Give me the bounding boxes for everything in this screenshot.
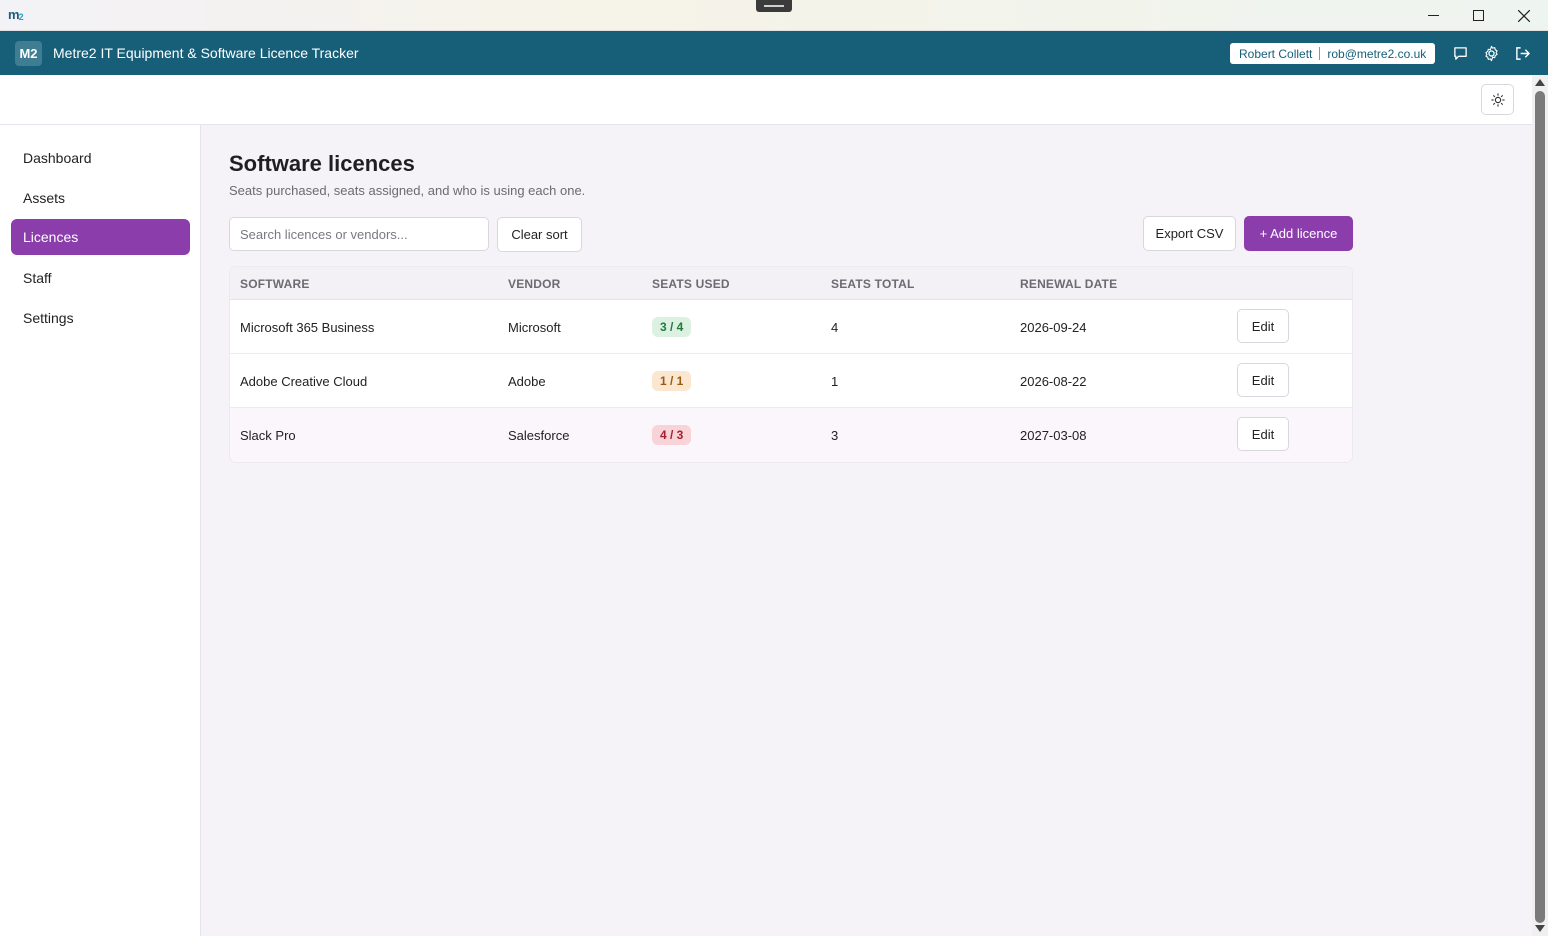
- sidebar: Dashboard Assets Licences Staff Settings: [0, 125, 201, 936]
- add-licence-button[interactable]: + Add licence: [1244, 216, 1353, 251]
- sidebar-item-assets[interactable]: Assets: [11, 180, 190, 216]
- user-pill-divider: [1319, 47, 1321, 60]
- minimize-icon: [1427, 15, 1439, 16]
- user-name: Robert Collett: [1239, 46, 1313, 61]
- app-badge: M2: [15, 41, 42, 66]
- sidebar-item-dashboard[interactable]: Dashboard: [11, 140, 190, 176]
- edit-button[interactable]: Edit: [1237, 417, 1289, 451]
- column-header-seats-total[interactable]: SEATS TOTAL: [831, 277, 915, 291]
- chat-icon: [1453, 46, 1467, 60]
- cell-software: Adobe Creative Cloud: [240, 374, 368, 389]
- cell-seats-total: 1: [831, 374, 839, 389]
- maximize-button[interactable]: [1455, 0, 1501, 31]
- table-row: Microsoft 365 Business Microsoft 3 / 4 4…: [230, 300, 1352, 354]
- table-row: Slack Pro Salesforce 4 / 3 3 2027-03-08 …: [230, 408, 1352, 462]
- search-input[interactable]: [229, 217, 489, 251]
- cell-seats-total: 3: [831, 428, 839, 443]
- edit-button[interactable]: Edit: [1237, 309, 1289, 343]
- column-header-renewal-date[interactable]: RENEWAL DATE: [1020, 277, 1117, 291]
- column-header-vendor[interactable]: VENDOR: [508, 277, 561, 291]
- scroll-down-icon[interactable]: [1535, 925, 1545, 932]
- cell-vendor: Microsoft: [508, 320, 561, 335]
- scrollbar-thumb[interactable]: [1535, 91, 1545, 923]
- vertical-scrollbar[interactable]: [1532, 75, 1548, 936]
- os-title-bar: m2: [0, 0, 1548, 31]
- column-header-seats-used[interactable]: SEATS USED: [652, 277, 730, 291]
- licences-table: SOFTWARE VENDOR SEATS USED SEATS TOTAL R…: [229, 266, 1353, 463]
- cell-seats-total: 4: [831, 320, 839, 335]
- cell-software: Microsoft 365 Business: [240, 320, 375, 335]
- cell-vendor: Salesforce: [508, 428, 570, 443]
- page-subtitle: Seats purchased, seats assigned, and who…: [229, 183, 586, 198]
- settings-button[interactable]: [1482, 44, 1500, 62]
- table-header: SOFTWARE VENDOR SEATS USED SEATS TOTAL R…: [230, 267, 1352, 300]
- seats-used-badge: 3 / 4: [652, 317, 692, 337]
- table-row: Adobe Creative Cloud Adobe 1 / 1 1 2026-…: [230, 354, 1352, 408]
- cell-software: Slack Pro: [240, 428, 296, 443]
- drag-handle[interactable]: [756, 0, 792, 12]
- cell-renewal-date: 2026-09-24: [1020, 320, 1087, 335]
- cell-renewal-date: 2026-08-22: [1020, 374, 1087, 389]
- logout-icon: [1515, 46, 1530, 60]
- chat-button[interactable]: [1451, 44, 1469, 62]
- maximize-icon: [1472, 10, 1484, 21]
- export-csv-button[interactable]: Export CSV: [1143, 216, 1236, 251]
- edit-button[interactable]: Edit: [1237, 363, 1289, 397]
- column-header-software[interactable]: SOFTWARE: [240, 277, 310, 291]
- scroll-up-icon[interactable]: [1535, 79, 1545, 86]
- page-title: Software licences: [229, 151, 415, 176]
- app-title: Metre2 IT Equipment & Software Licence T…: [53, 45, 359, 61]
- seats-used-badge: 1 / 1: [652, 371, 692, 391]
- gear-icon: [1484, 45, 1498, 61]
- user-email: rob@metre2.co.uk: [1327, 46, 1427, 61]
- sidebar-item-settings[interactable]: Settings: [11, 300, 190, 336]
- top-toolbar: [0, 75, 1532, 125]
- cell-renewal-date: 2027-03-08: [1020, 428, 1087, 443]
- sun-icon: [1490, 92, 1505, 107]
- logout-button[interactable]: [1513, 44, 1531, 62]
- seats-used-badge: 4 / 3: [652, 425, 692, 445]
- app-logo-icon: m2: [8, 7, 24, 22]
- theme-toggle-button[interactable]: [1481, 84, 1514, 115]
- main-content: Software licences Seats purchased, seats…: [201, 125, 1532, 936]
- cell-vendor: Adobe: [508, 374, 546, 389]
- sidebar-item-licences[interactable]: Licences: [11, 219, 190, 255]
- close-button[interactable]: [1501, 0, 1547, 31]
- user-pill[interactable]: Robert Collett rob@metre2.co.uk: [1230, 43, 1436, 64]
- close-icon: [1518, 9, 1530, 22]
- sidebar-item-staff[interactable]: Staff: [11, 260, 190, 296]
- clear-sort-button[interactable]: Clear sort: [497, 217, 582, 252]
- app-header: M2 Metre2 IT Equipment & Software Licenc…: [0, 31, 1548, 75]
- minimize-button[interactable]: [1410, 0, 1456, 31]
